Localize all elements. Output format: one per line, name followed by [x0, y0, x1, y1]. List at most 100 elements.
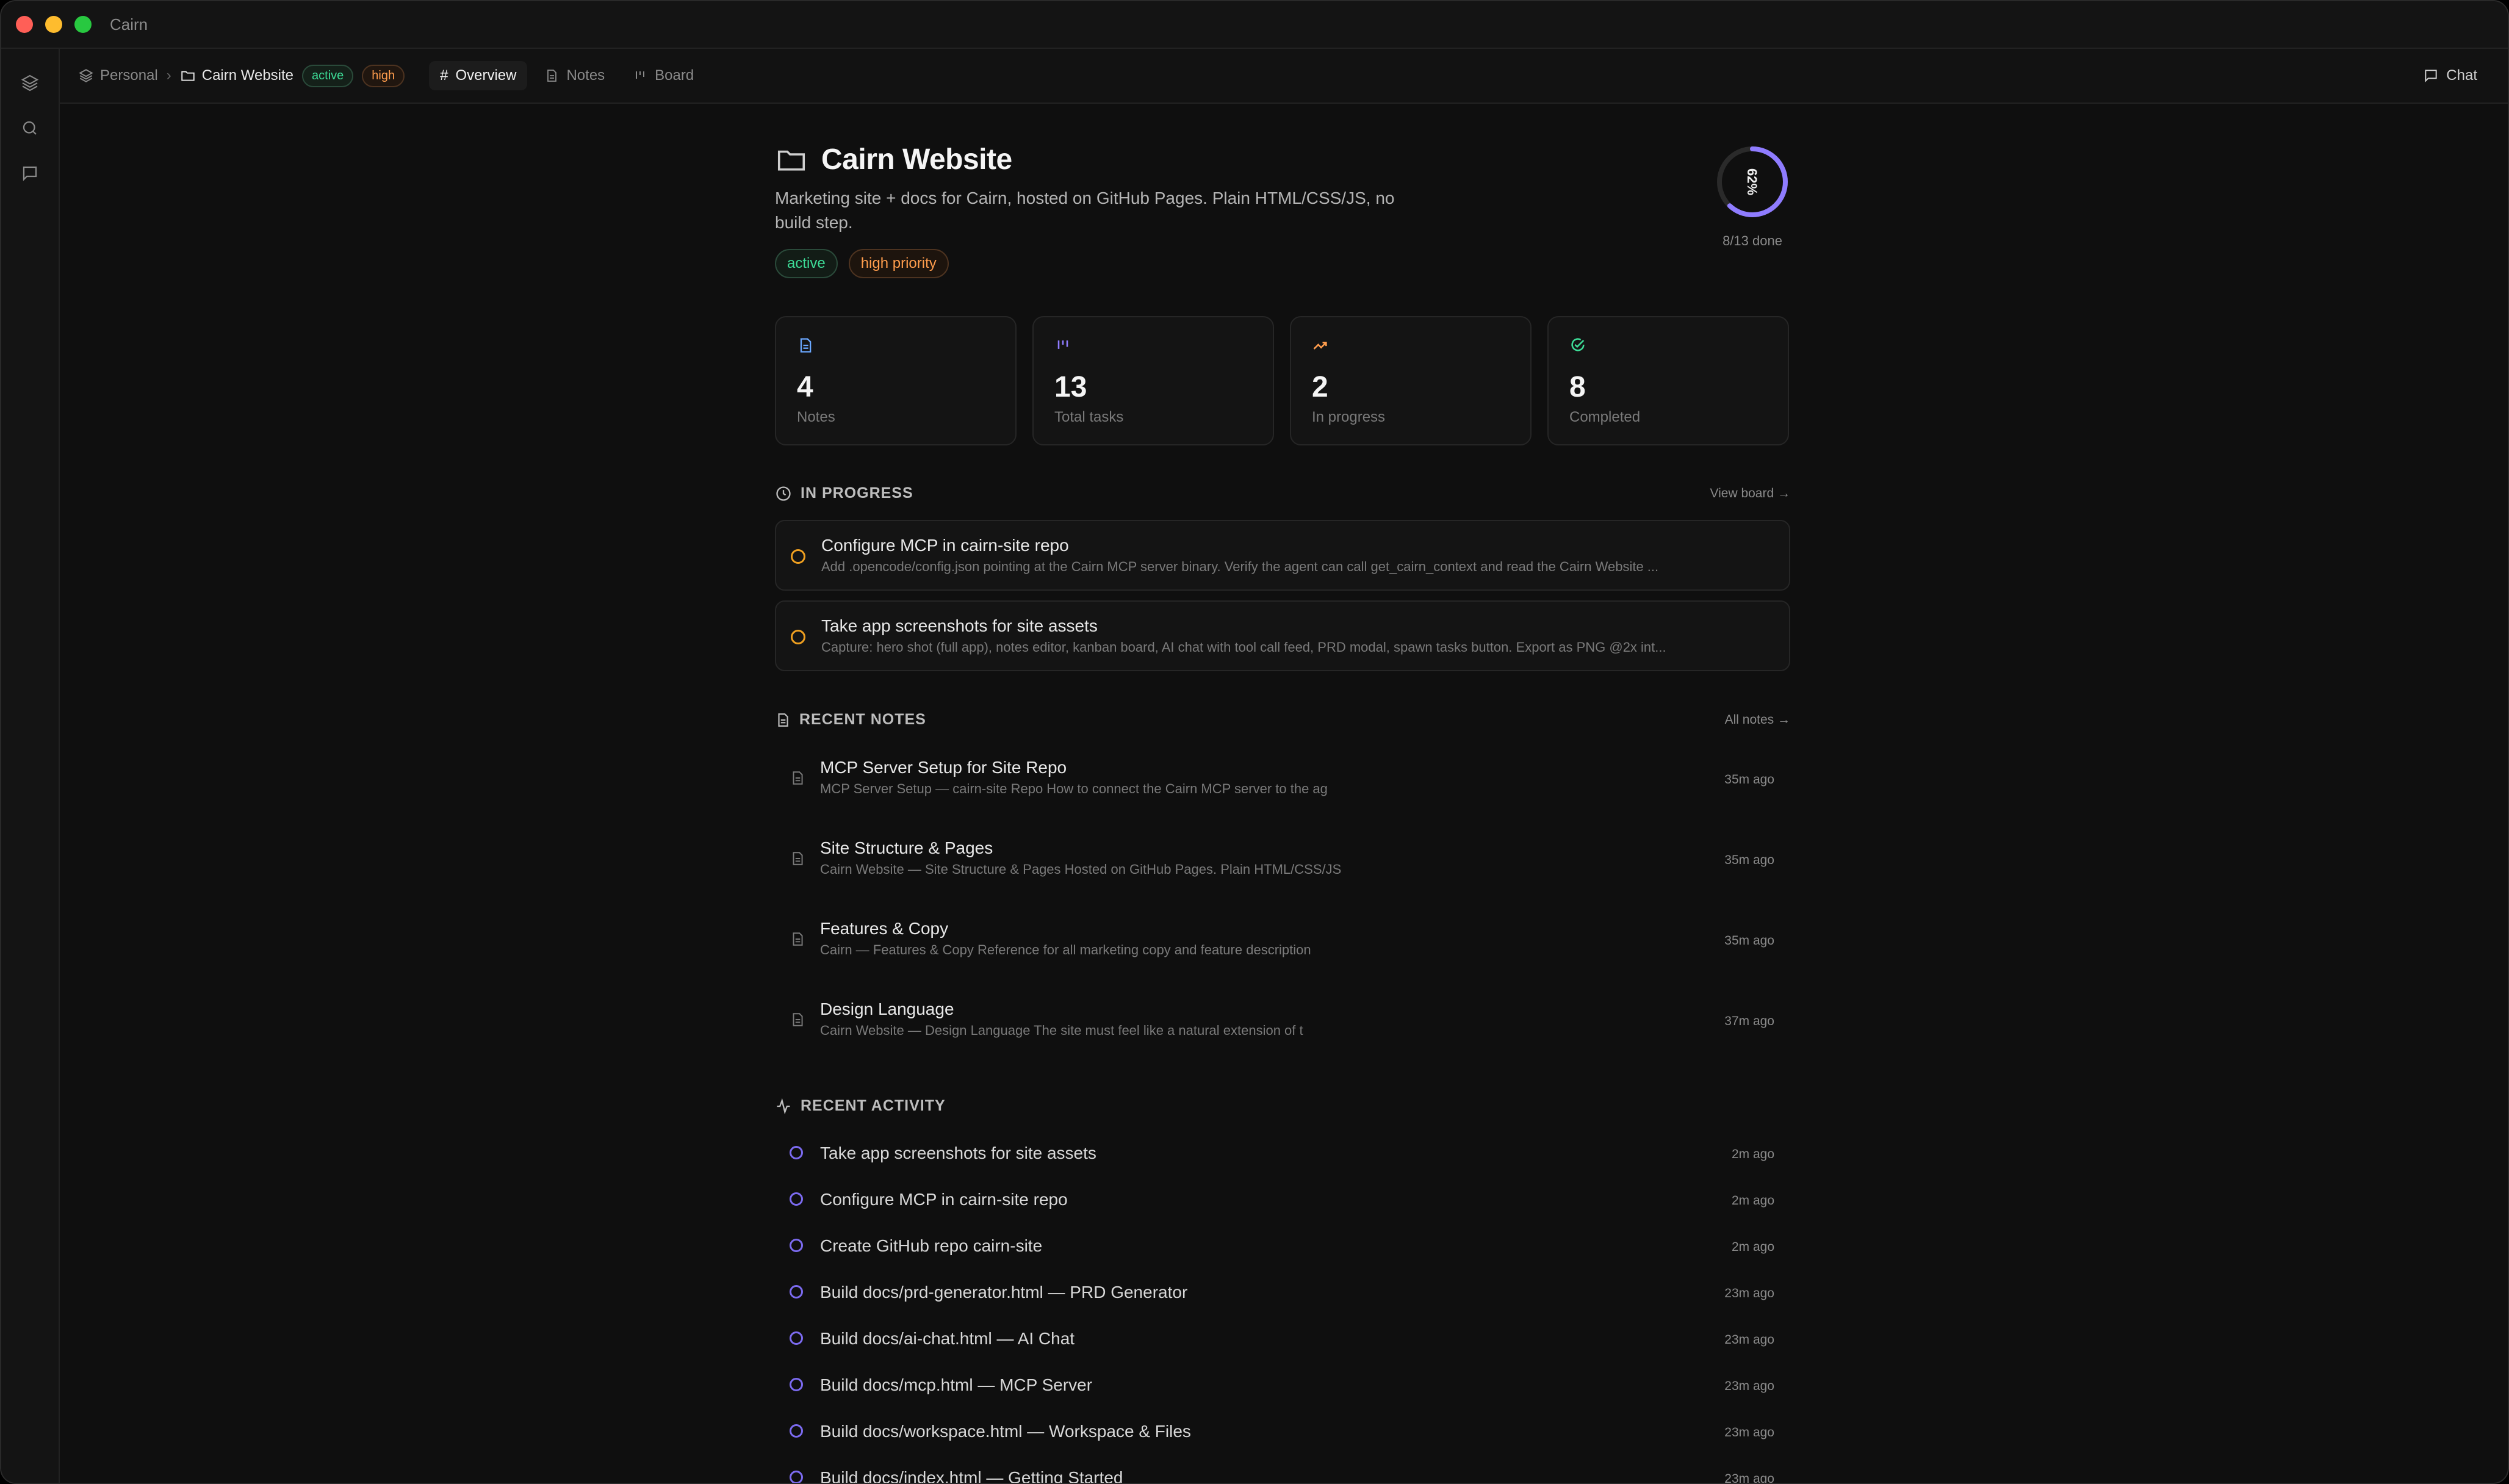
task-status-icon — [790, 1192, 803, 1206]
document-icon — [778, 713, 788, 727]
recent-notes-heading: RECENT NOTES All notes → — [775, 711, 1790, 729]
progress-ring: 62% — [1717, 146, 1788, 217]
activity-title: Build docs/ai-chat.html — AI Chat — [820, 1329, 1075, 1348]
activity-item[interactable]: Build docs/ai-chat.html — AI Chat 23m ag… — [775, 1317, 1790, 1363]
stat-card-in-progress[interactable]: 2 In progress — [1290, 316, 1532, 445]
activity-timestamp: 2m ago — [1731, 1194, 1774, 1208]
message-icon[interactable] — [18, 161, 42, 186]
activity-item[interactable]: Configure MCP in cairn-site repo 2m ago — [775, 1178, 1790, 1224]
activity-timestamp: 23m ago — [1724, 1425, 1774, 1439]
tab-overview[interactable]: # Overview — [429, 61, 528, 90]
chat-button[interactable]: Chat — [2423, 67, 2477, 84]
close-window-button[interactable] — [16, 16, 33, 33]
stat-label: Completed — [1569, 409, 1641, 425]
in-progress-heading: IN PROGRESS View board → — [775, 484, 1790, 502]
in-progress-status-icon — [791, 549, 805, 564]
kanban-icon — [1057, 340, 1068, 349]
check-circle-icon — [1571, 338, 1585, 351]
activity-item[interactable]: Create GitHub repo cairn-site 2m ago — [775, 1224, 1790, 1270]
stat-card-total-tasks[interactable]: 13 Total tasks — [1032, 316, 1274, 445]
tag-active: active — [775, 249, 838, 278]
breadcrumb-project[interactable]: Cairn Website — [180, 67, 293, 84]
note-title: Design Language — [820, 1000, 954, 1018]
tab-overview-label: Overview — [455, 67, 517, 84]
window-controls — [16, 16, 92, 33]
task-title: Configure MCP in cairn-site repo — [821, 536, 1069, 555]
all-notes-link[interactable]: All notes → — [1725, 713, 1790, 727]
task-description: Add .opencode/config.json pointing at th… — [821, 559, 1659, 574]
activity-icon — [777, 1098, 790, 1114]
activity-timestamp: 23m ago — [1724, 1333, 1774, 1347]
stat-card-completed[interactable]: 8 Completed — [1547, 316, 1789, 445]
activity-item[interactable]: Build docs/workspace.html — Workspace & … — [775, 1410, 1790, 1456]
stats-row: 4 Notes 13 Total tasks 2 In progress 8 C… — [775, 316, 1789, 445]
note-title: Site Structure & Pages — [820, 838, 993, 857]
document-icon — [793, 852, 803, 865]
stat-value: 8 — [1569, 371, 1586, 403]
tag-priority: high priority — [848, 249, 949, 278]
note-timestamp: 35m ago — [1724, 853, 1774, 867]
activity-title: Take app screenshots for site assets — [820, 1144, 1096, 1162]
project-description: Marketing site + docs for Cairn, hosted … — [775, 189, 1395, 232]
breadcrumb-workspace[interactable]: Personal — [78, 67, 158, 84]
task-status-icon — [790, 1146, 803, 1159]
priority-badge: high — [362, 64, 405, 87]
tab-notes-label: Notes — [566, 67, 605, 84]
progress-done-label: 8/13 done — [1722, 233, 1782, 248]
recent-activity-heading: RECENT ACTIVITY — [775, 1097, 1790, 1115]
status-badge: active — [302, 64, 354, 87]
task-status-icon — [790, 1424, 803, 1438]
progress-percent: 62% — [1744, 168, 1760, 195]
search-icon[interactable] — [18, 116, 42, 140]
view-tabs: # Overview Notes Board — [429, 61, 705, 90]
chevron-right-icon: › — [166, 67, 171, 84]
task-title: Take app screenshots for site assets — [821, 616, 1098, 635]
activity-timestamp: 23m ago — [1724, 1472, 1774, 1484]
in-progress-status-icon — [791, 630, 805, 644]
minimize-window-button[interactable] — [45, 16, 62, 33]
note-excerpt: MCP Server Setup — cairn-site Repo How t… — [820, 781, 1328, 796]
note-list-item[interactable]: Design Language Cairn Website — Design L… — [775, 987, 1790, 1061]
app-title: Cairn — [110, 15, 148, 34]
note-timestamp: 35m ago — [1724, 773, 1774, 787]
document-icon — [800, 338, 812, 353]
activity-item[interactable]: Build docs/index.html — Getting Started … — [775, 1456, 1790, 1484]
activity-item[interactable]: Build docs/mcp.html — MCP Server 23m ago — [775, 1363, 1790, 1410]
document-icon — [793, 771, 803, 785]
activity-timestamp: 23m ago — [1724, 1286, 1774, 1300]
activity-item[interactable]: Build docs/prd-generator.html — PRD Gene… — [775, 1270, 1790, 1317]
stat-value: 4 — [797, 371, 813, 403]
maximize-window-button[interactable] — [74, 16, 92, 33]
clock-icon — [776, 486, 791, 501]
app-window: Cairn Personal › Cairn Website active hi… — [0, 0, 2509, 1484]
project-tags: active high priority — [775, 249, 949, 278]
view-board-link[interactable]: View board → — [1710, 486, 1790, 501]
note-list-item[interactable]: MCP Server Setup for Site Repo MCP Serve… — [775, 746, 1790, 819]
activity-title: Build docs/mcp.html — MCP Server — [820, 1375, 1093, 1394]
task-description: Capture: hero shot (full app), notes edi… — [821, 639, 1666, 655]
layers-icon[interactable] — [18, 71, 42, 95]
note-list-item[interactable]: Site Structure & Pages Cairn Website — S… — [775, 826, 1790, 899]
activity-title: Build docs/workspace.html — Workspace & … — [820, 1422, 1191, 1441]
task-status-icon — [790, 1378, 803, 1391]
sidebar-rail — [1, 49, 60, 1483]
activity-title: Configure MCP in cairn-site repo — [820, 1190, 1068, 1209]
recent-notes-heading-text: RECENT NOTES — [799, 711, 926, 728]
activity-title: Build docs/index.html — Getting Started — [820, 1468, 1123, 1484]
note-list-item[interactable]: Features & Copy Cairn — Features & Copy … — [775, 907, 1790, 980]
stat-card-notes[interactable]: 4 Notes — [775, 316, 1017, 445]
trending-up-icon — [1313, 342, 1327, 350]
activity-item[interactable]: Take app screenshots for site assets 2m … — [775, 1131, 1790, 1178]
in-progress-task-card[interactable]: Take app screenshots for site assets Cap… — [775, 600, 1790, 671]
activity-title: Build docs/prd-generator.html — PRD Gene… — [820, 1283, 1188, 1302]
in-progress-task-card[interactable]: Configure MCP in cairn-site repo Add .op… — [775, 520, 1790, 591]
document-icon — [547, 70, 557, 82]
tab-board[interactable]: Board — [622, 61, 705, 90]
breadcrumb-workspace-label: Personal — [100, 67, 158, 84]
title-bar: Cairn — [1, 1, 2508, 49]
note-excerpt: Cairn Website — Design Language The site… — [820, 1023, 1303, 1038]
task-status-icon — [790, 1471, 803, 1483]
tab-notes[interactable]: Notes — [533, 61, 616, 90]
folder-icon — [777, 150, 805, 171]
overview-content: Cairn Website Marketing site + docs for … — [775, 104, 1790, 1483]
